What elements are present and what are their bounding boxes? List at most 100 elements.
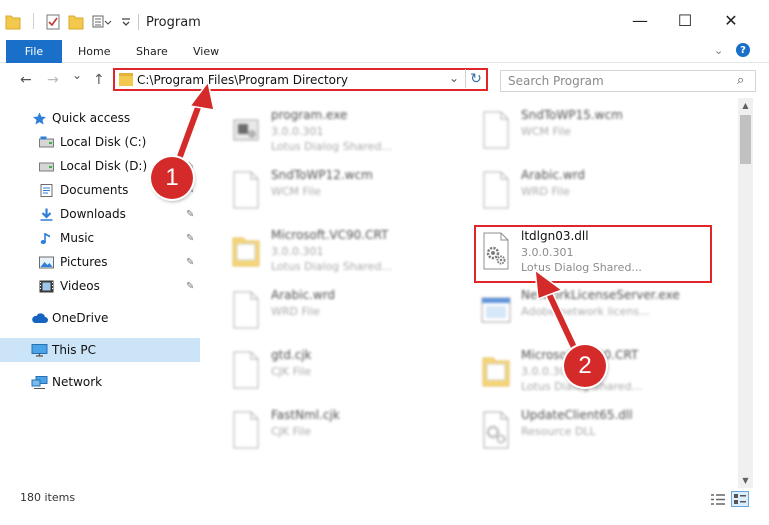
sidebar-item-label: Network [52, 375, 103, 389]
back-button[interactable]: ← [20, 72, 32, 88]
file-version: 3.0.0.301 [271, 125, 324, 138]
address-path[interactable]: C:\Program Files\Program Directory [137, 73, 348, 87]
file-name: FastNml.cjk [271, 408, 340, 422]
forward-button[interactable]: → [47, 72, 59, 88]
file-item-microsoft-vc90-crt[interactable]: Microsoft.VC90.CRT 3.0.0.301 Lotus Dialo… [224, 224, 464, 282]
sidebar-item-label: Videos [60, 279, 100, 293]
pin-icon[interactable]: ✎ [186, 257, 194, 268]
item-count: 180 items [20, 491, 76, 504]
file-type: CJK File [271, 425, 312, 438]
file-name: Microsoft.VC90.CRT [271, 228, 389, 242]
sidebar-item-quick-access[interactable]: Quick access [0, 106, 200, 130]
file-item-arabic-wrd[interactable]: Arabic.wrd WRD File [224, 284, 464, 342]
search-icon[interactable]: ⌕ [737, 73, 744, 88]
maximize-button[interactable]: ☐ [670, 8, 700, 32]
file-type: WCM File [271, 185, 321, 198]
document-icon [483, 171, 509, 209]
sidebar-item-label: This PC [52, 343, 96, 357]
properties-icon[interactable] [45, 13, 61, 31]
document-icon [233, 351, 259, 389]
sidebar-item-downloads[interactable]: Downloads ✎ [0, 202, 200, 226]
file-item-sndtowp12-wcm[interactable]: SndToWP12.wcm WCM File [224, 164, 464, 222]
window-title: Program [146, 15, 201, 30]
pin-icon[interactable]: ✎ [186, 233, 194, 244]
sidebar-item-local-disk-c[interactable]: Local Disk (C:) [0, 130, 200, 154]
file-item-networklicenseserver-exe[interactable]: NetworkLicenseServer.exe Adobe network l… [474, 284, 714, 342]
address-bar[interactable]: C:\Program Files\Program Directory ⌄ ↻ [113, 68, 488, 91]
new-folder-icon[interactable] [68, 13, 84, 31]
refresh-button[interactable]: ↻ [465, 69, 486, 88]
file-name: UpdateClient65.dll [521, 408, 633, 422]
sidebar-item-videos[interactable]: Videos ✎ [0, 274, 200, 298]
dll-gear-icon [483, 411, 509, 449]
scroll-up-button[interactable]: ▲ [738, 98, 753, 113]
pictures-icon [39, 256, 54, 268]
star-icon [33, 112, 46, 124]
sidebar-item-music[interactable]: Music ✎ [0, 226, 200, 250]
file-description: Adobe network licens... [521, 305, 650, 318]
sidebar-item-network[interactable]: Network [0, 370, 200, 394]
exe-icon [233, 119, 259, 141]
pin-icon[interactable]: ✎ [186, 209, 194, 220]
help-icon[interactable]: ? [736, 43, 750, 57]
sidebar-item-label: OneDrive [52, 311, 109, 325]
tab-home[interactable]: Home [78, 45, 110, 58]
tiles-view-icon[interactable] [731, 491, 749, 507]
minimize-button[interactable]: — [625, 8, 655, 32]
step-marker-2: 2 [564, 345, 606, 387]
downloads-icon [40, 208, 53, 221]
search-input[interactable] [501, 71, 721, 91]
file-type: Resource DLL [521, 425, 596, 438]
file-item-gtd-cjk[interactable]: gtd.cjk CJK File [224, 344, 464, 402]
search-box[interactable]: ⌕ [500, 70, 756, 92]
file-item-arabic-wrd[interactable]: Arabic.wrd WRD File [474, 164, 714, 222]
address-row: ← → ⌄ ↑ C:\Program Files\Program Directo… [0, 63, 769, 98]
file-type: WRD File [521, 185, 570, 198]
folder-icon [232, 237, 260, 267]
up-button[interactable]: ↑ [93, 72, 105, 88]
vertical-scrollbar[interactable]: ▲ ▼ [738, 98, 753, 488]
customize-toolbar-icon[interactable] [92, 13, 112, 31]
videos-icon [39, 280, 54, 292]
file-name: program.exe [271, 108, 348, 122]
title-separator [138, 14, 139, 30]
scroll-down-button[interactable]: ▼ [738, 473, 753, 488]
sidebar-item-pictures[interactable]: Pictures ✎ [0, 250, 200, 274]
recent-locations-button[interactable]: ⌄ [72, 68, 82, 82]
scroll-thumb[interactable] [740, 115, 751, 164]
file-name: Arabic.wrd [271, 288, 336, 302]
file-item-sndtowp15-wcm[interactable]: SndToWP15.wcm WCM File [474, 104, 714, 162]
sidebar-item-label: Local Disk (C:) [60, 135, 147, 149]
step-marker-1: 1 [151, 157, 193, 199]
file-item-updateclient65-dll[interactable]: UpdateClient65.dll Resource DLL [474, 404, 714, 462]
file-name: gtd.cjk [271, 348, 312, 362]
file-item-program-exe[interactable]: program.exe 3.0.0.301 Lotus Dialog Share… [224, 104, 464, 162]
document-icon [483, 111, 509, 149]
pin-icon[interactable]: ✎ [186, 281, 194, 292]
sidebar-item-label: Quick access [52, 111, 131, 125]
tab-share[interactable]: Share [136, 45, 168, 58]
details-view-icon[interactable] [710, 493, 726, 506]
sidebar-item-onedrive[interactable]: OneDrive [0, 306, 200, 330]
file-name: NetworkLicenseServer.exe [521, 288, 680, 302]
tab-view[interactable]: View [193, 45, 219, 58]
chevron-down-icon[interactable] [120, 13, 132, 31]
chevron-down-icon[interactable]: ⌄ [714, 44, 723, 57]
file-type: WCM File [521, 125, 571, 138]
file-type: CJK File [271, 365, 312, 378]
file-item-fastnml-cjk[interactable]: FastNml.cjk CJK File [224, 404, 464, 462]
file-list[interactable]: program.exe 3.0.0.301 Lotus Dialog Share… [200, 98, 738, 488]
file-name: SndToWP15.wcm [521, 108, 623, 122]
tab-file[interactable]: File [6, 40, 62, 63]
sidebar-item-label: Downloads [60, 207, 126, 221]
drive-icon [39, 136, 54, 147]
close-button[interactable]: ✕ [716, 8, 746, 32]
app-window-icon [481, 297, 511, 323]
file-name: SndToWP12.wcm [271, 168, 373, 182]
folder-icon [482, 357, 510, 387]
sidebar-item-label: Documents [60, 183, 129, 197]
sidebar-item-this-pc[interactable]: This PC [0, 338, 200, 362]
sidebar-item-label: Local Disk (D:) [60, 159, 148, 173]
address-dropdown-button[interactable]: ⌄ [449, 71, 459, 85]
drive-icon [39, 162, 54, 171]
